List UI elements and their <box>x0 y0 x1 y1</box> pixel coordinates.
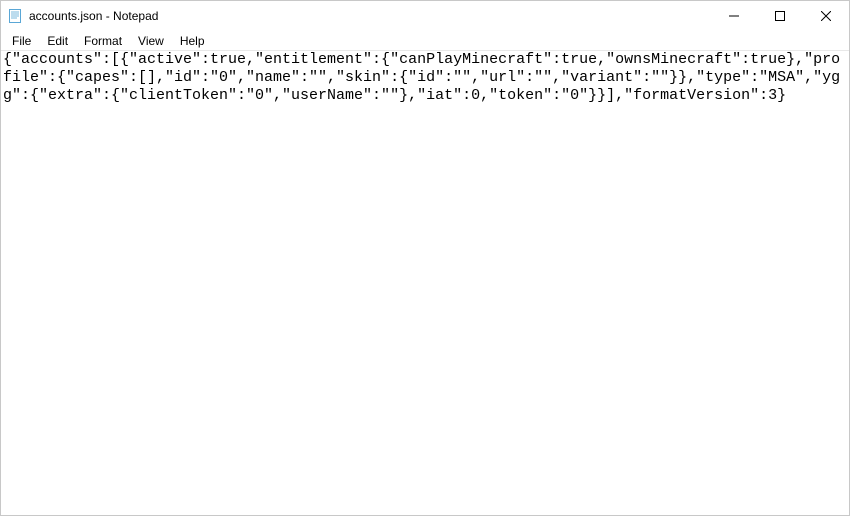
text-editor[interactable] <box>1 51 849 515</box>
menubar: File Edit Format View Help <box>1 31 849 51</box>
window-controls <box>711 1 849 31</box>
minimize-button[interactable] <box>711 1 757 31</box>
notepad-icon <box>7 8 23 24</box>
titlebar: accounts.json - Notepad <box>1 1 849 31</box>
maximize-button[interactable] <box>757 1 803 31</box>
editor-area <box>1 51 849 515</box>
menu-help[interactable]: Help <box>173 33 212 49</box>
window-title: accounts.json - Notepad <box>29 9 158 23</box>
close-button[interactable] <box>803 1 849 31</box>
menu-view[interactable]: View <box>131 33 171 49</box>
menu-edit[interactable]: Edit <box>40 33 75 49</box>
menu-format[interactable]: Format <box>77 33 129 49</box>
notepad-window: accounts.json - Notepad File Edit Format… <box>0 0 850 516</box>
menu-file[interactable]: File <box>5 33 38 49</box>
